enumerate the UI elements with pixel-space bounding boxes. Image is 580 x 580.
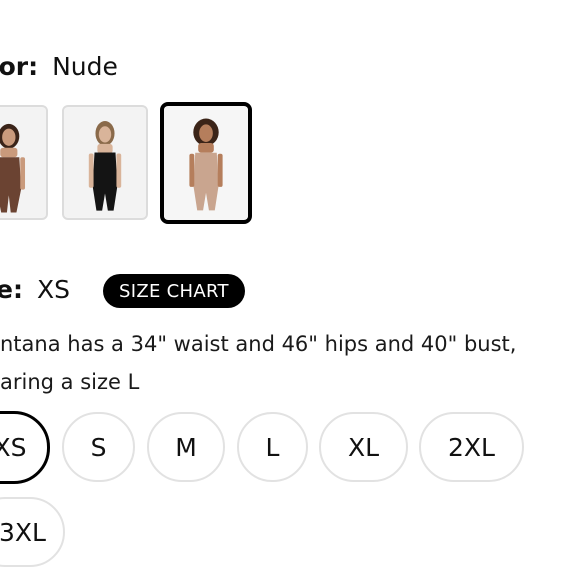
model-note-line-1: ntana has a 34" waist and 46" hips and 4… (0, 332, 517, 356)
color-swatch-nude[interactable] (160, 102, 252, 224)
size-option-3xl[interactable]: 3XL (0, 497, 65, 567)
size-option-xl[interactable]: XL (319, 412, 408, 482)
size-option-xs[interactable]: XS (0, 411, 50, 484)
color-label: lor: (0, 52, 39, 81)
size-option-l[interactable]: L (237, 412, 308, 482)
color-swatch-brown[interactable] (0, 105, 48, 220)
product-options-panel: lor: Nude (0, 0, 580, 580)
size-label: e: (0, 275, 23, 304)
size-option-label: XL (347, 432, 380, 462)
model-note-line-2: aring a size L (0, 370, 140, 394)
color-swatch-black[interactable] (62, 105, 148, 220)
size-selector-header: e: XS (0, 275, 70, 304)
model-photo-black-icon (64, 107, 146, 218)
model-photo-nude-icon (164, 106, 248, 220)
size-option-m[interactable]: M (147, 412, 225, 482)
size-option-label: 3XL (0, 517, 46, 547)
selected-color-value: Nude (52, 52, 118, 81)
model-size-note: ntana has a 34" waist and 46" hips and 4… (0, 325, 570, 401)
size-chart-button[interactable]: SIZE CHART (103, 274, 245, 308)
size-option-label: S (90, 432, 107, 462)
size-option-label: 2XL (448, 432, 495, 462)
size-option-label: M (175, 432, 197, 462)
model-photo-brown-icon (0, 107, 46, 218)
size-option-label: L (265, 432, 280, 462)
size-option-s[interactable]: S (62, 412, 135, 482)
size-option-label: XS (0, 433, 27, 462)
color-selector-header: lor: Nude (0, 52, 118, 81)
selected-size-value: XS (36, 275, 70, 304)
size-option-2xl[interactable]: 2XL (419, 412, 524, 482)
